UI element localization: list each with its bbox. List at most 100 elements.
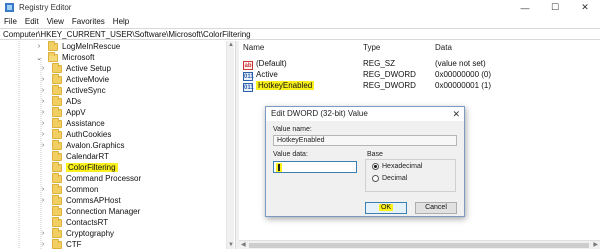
expand-icon[interactable]: › (40, 142, 46, 149)
expand-icon[interactable]: › (40, 131, 46, 138)
expand-icon[interactable]: › (40, 230, 46, 237)
ok-button[interactable]: OK (365, 202, 407, 214)
expand-icon[interactable]: › (36, 43, 42, 50)
value-row[interactable]: 011 HotkeyEnabled REG_DWORD 0x00000001 (1) (239, 80, 600, 92)
tree-item-label: ActiveSync (66, 86, 106, 95)
tree-item-label: CalendarRT (66, 152, 109, 161)
folder-icon (52, 95, 62, 106)
title-bar: Registry Editor — ☐ ✕ (0, 0, 600, 15)
tree-item[interactable]: › AppV (40, 106, 86, 118)
expand-icon[interactable]: › (40, 109, 46, 116)
value-row[interactable]: 011 Active REG_DWORD 0x00000000 (0) (239, 69, 600, 81)
tree-item[interactable]: › ADs (40, 95, 81, 107)
folder-icon (52, 73, 62, 84)
value-name-field[interactable]: HotkeyEnabled (273, 135, 457, 146)
column-header-name[interactable]: Name (243, 43, 264, 52)
tree-item[interactable]: CalendarRT (40, 150, 109, 162)
tree-item[interactable]: › ActiveMovie (40, 73, 110, 85)
menu-edit[interactable]: Edit (25, 17, 39, 26)
scrollbar-thumb[interactable] (249, 243, 589, 248)
scroll-up-icon[interactable]: ▲ (228, 42, 234, 48)
tree-scrollbar[interactable]: ▲ ▼ (226, 41, 234, 249)
tree-item[interactable]: › Common (40, 183, 98, 195)
expand-icon[interactable]: › (40, 241, 46, 248)
tree-item[interactable]: › AuthCookies (40, 128, 111, 140)
expand-icon[interactable]: › (40, 76, 46, 83)
menu-file[interactable]: File (4, 17, 17, 26)
expand-icon[interactable]: › (40, 65, 46, 72)
value-type-cell: REG_DWORD (363, 81, 416, 90)
tree-item[interactable]: › CommsAPHost (40, 194, 121, 206)
maximize-button[interactable]: ☐ (540, 0, 570, 15)
ok-label: OK (378, 204, 394, 211)
value-name-text: Active (256, 70, 278, 79)
scroll-left-icon[interactable]: ◀ (241, 241, 246, 248)
tree-item-label: Command Processor (66, 174, 142, 183)
close-button[interactable]: ✕ (570, 0, 600, 15)
value-name-text: HotkeyEnabled (256, 81, 315, 90)
value-name-text: (Default) (256, 59, 287, 68)
value-data-cell: 0x00000001 (1) (435, 81, 492, 90)
tree-item-label: ActiveMovie (66, 75, 110, 84)
column-header-data[interactable]: Data (435, 43, 452, 52)
expand-icon[interactable]: › (40, 186, 46, 193)
tree-item[interactable]: › CTF (40, 238, 82, 249)
horizontal-scrollbar[interactable]: ◀ ▶ (239, 240, 600, 249)
folder-icon (52, 172, 62, 183)
dialog-close-icon[interactable]: ✕ (452, 107, 460, 121)
cancel-button[interactable]: Cancel (415, 202, 457, 214)
tree-item[interactable]: Connection Manager (40, 205, 140, 217)
address-bar[interactable]: Computer\HKEY_CURRENT_USER\Software\Micr… (0, 28, 600, 40)
expand-icon[interactable]: › (40, 197, 46, 204)
value-type-cell: REG_DWORD (363, 70, 416, 79)
tree-item[interactable]: ContactsRT (40, 216, 108, 228)
tree-item[interactable]: › Active Setup (40, 62, 111, 74)
tree-item[interactable]: › Cryptography (40, 227, 114, 239)
tree-item[interactable]: › Assistance (40, 117, 105, 129)
tree-item[interactable]: Command Processor (40, 172, 142, 184)
expand-icon[interactable]: › (40, 98, 46, 105)
window-controls: — ☐ ✕ (510, 0, 600, 15)
folder-icon (52, 150, 62, 161)
list-header: Name Type Data (239, 43, 600, 54)
tree-item[interactable]: › Avalon.Graphics (40, 139, 125, 151)
hexadecimal-option[interactable]: Hexadecimal (372, 163, 422, 170)
folder-icon (52, 238, 62, 249)
value-data-input[interactable]: 1 (273, 161, 357, 173)
folder-icon (52, 62, 62, 73)
tree-item[interactable]: ColorFiltering (40, 161, 118, 173)
scroll-right-icon[interactable]: ▶ (593, 241, 598, 248)
value-data-cell: (value not set) (435, 59, 486, 68)
tree-item[interactable]: › ActiveSync (40, 84, 106, 96)
tree-item-label: CTF (66, 240, 82, 249)
column-header-type[interactable]: Type (363, 43, 380, 52)
folder-icon (52, 205, 62, 216)
value-data-cell: 0x00000000 (0) (435, 70, 492, 79)
tree-item-label: AppV (66, 108, 86, 117)
tree-item-label: LogMeInRescue (62, 42, 121, 51)
edit-dword-dialog: Edit DWORD (32-bit) Value ✕ Value name: … (265, 106, 465, 217)
menu-help[interactable]: Help (113, 17, 129, 26)
hexadecimal-radio[interactable] (372, 163, 379, 170)
value-row[interactable]: ab (Default) REG_SZ (value not set) (239, 58, 600, 70)
tree-item[interactable]: ⌄ Microsoft (36, 51, 94, 63)
minimize-button[interactable]: — (510, 0, 540, 15)
menu-favorites[interactable]: Favorites (72, 17, 105, 26)
expand-icon[interactable]: › (40, 120, 46, 127)
registry-editor-icon (5, 3, 14, 12)
value-name-cell: 011 HotkeyEnabled (243, 80, 315, 92)
hexadecimal-label: Hexadecimal (382, 163, 423, 170)
folder-icon (52, 139, 62, 150)
tree-item[interactable]: › LogMeInRescue (36, 41, 120, 52)
menu-bar: File Edit View Favorites Help (0, 15, 600, 28)
menu-view[interactable]: View (47, 17, 64, 26)
collapse-icon[interactable]: ⌄ (36, 54, 42, 62)
decimal-option[interactable]: Decimal (372, 175, 407, 182)
expand-icon[interactable]: › (40, 87, 46, 94)
scroll-down-icon[interactable]: ▼ (228, 242, 234, 248)
decimal-radio[interactable] (372, 175, 379, 182)
dword-value-icon: 011 (243, 83, 254, 92)
value-data-text: 1 (276, 163, 282, 172)
dialog-body: Value name: HotkeyEnabled Value data: 1 … (266, 121, 464, 216)
tree-item-label: Assistance (66, 119, 105, 128)
